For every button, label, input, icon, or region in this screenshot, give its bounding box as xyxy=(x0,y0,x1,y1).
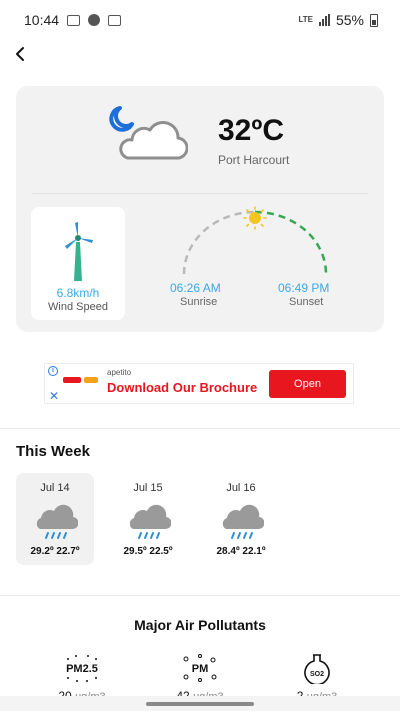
status-bar: 10:44 LTE 55% xyxy=(0,0,400,40)
battery-percent: 55% xyxy=(335,12,364,28)
home-gesture-handle[interactable] xyxy=(146,702,254,706)
gallery-notification-icon xyxy=(67,14,81,26)
svg-text:PM: PM xyxy=(192,663,209,675)
chevron-left-icon xyxy=(16,47,24,61)
moon-cloud-icon xyxy=(109,106,188,160)
spotify-notification-icon xyxy=(88,14,101,26)
day-date: Jul 15 xyxy=(133,482,163,494)
pm10-icon: PM xyxy=(183,654,217,682)
pollutant-so2[interactable]: SO2 2 ug/m3 xyxy=(277,652,357,703)
ad-logo xyxy=(63,377,98,383)
sun-icon xyxy=(243,206,267,230)
signal-icon xyxy=(318,14,330,26)
svg-text:PM2.5: PM2.5 xyxy=(66,663,98,675)
this-week-heading: This Week xyxy=(16,443,90,460)
pm25-icon: PM2.5 xyxy=(66,655,98,682)
city-name: Port Harcourt xyxy=(218,153,290,167)
air-pollutants-heading: Major Air Pollutants xyxy=(134,617,266,633)
day-date: Jul 14 xyxy=(40,482,70,494)
ad-brand: apetito xyxy=(107,368,132,377)
ad-info-icon[interactable]: i xyxy=(48,366,58,376)
day-card-jul-14[interactable]: Jul 14 29.2º 22.7º xyxy=(16,473,94,565)
ad-close-icon[interactable]: ✕ xyxy=(49,390,59,402)
network-type: LTE xyxy=(298,15,313,24)
ad-headline[interactable]: Download Our Brochure xyxy=(107,380,257,395)
ad-open-button[interactable]: Open xyxy=(269,370,346,398)
wind-turbine-icon xyxy=(65,222,93,281)
wifi-notification-icon xyxy=(108,14,122,26)
status-time: 10:44 xyxy=(24,12,60,28)
wind-speed-label: Wind Speed xyxy=(48,301,108,313)
sunset-time: 06:49 PM xyxy=(278,281,330,295)
pollutant-pm10[interactable]: PM 42 ug/m3 xyxy=(160,652,240,703)
rain-cloud-icon xyxy=(36,504,78,539)
current-weather-card: 32ºC Port Harcourt 6.8km/h Wind Speed 06… xyxy=(16,86,384,332)
rain-cloud-icon xyxy=(222,504,264,539)
sunset-label: Sunset xyxy=(289,296,324,308)
sunrise-time: 06:26 AM xyxy=(170,281,221,295)
section-divider xyxy=(0,595,400,596)
card-divider xyxy=(32,193,368,194)
day-date: Jul 16 xyxy=(226,482,256,494)
battery-icon xyxy=(370,13,378,27)
current-temperature: 32ºC xyxy=(218,114,284,147)
wind-speed-value: 6.8km/h xyxy=(56,286,100,300)
svg-text:SO2: SO2 xyxy=(310,671,324,678)
day-temperatures: 29.2º 22.7º xyxy=(30,546,80,557)
day-card-jul-15[interactable]: Jul 15 29.5º 22.5º xyxy=(109,473,187,565)
back-button[interactable] xyxy=(8,40,32,68)
day-temperatures: 28.4º 22.1º xyxy=(216,546,266,557)
section-divider xyxy=(0,428,400,429)
ad-banner[interactable]: i ✕ apetito Download Our Brochure Open xyxy=(44,363,354,404)
sun-path-arc xyxy=(182,206,328,275)
day-card-jul-16[interactable]: Jul 16 28.4º 22.1º xyxy=(202,473,280,565)
day-temperatures: 29.5º 22.5º xyxy=(123,546,173,557)
rain-cloud-icon xyxy=(129,504,171,539)
wind-speed-panel: 6.8km/h Wind Speed xyxy=(31,207,125,320)
so2-icon: SO2 xyxy=(304,654,330,684)
pollutant-pm25[interactable]: PM2.5 20 ug/m3 xyxy=(42,652,122,703)
sunrise-label: Sunrise xyxy=(180,296,218,308)
